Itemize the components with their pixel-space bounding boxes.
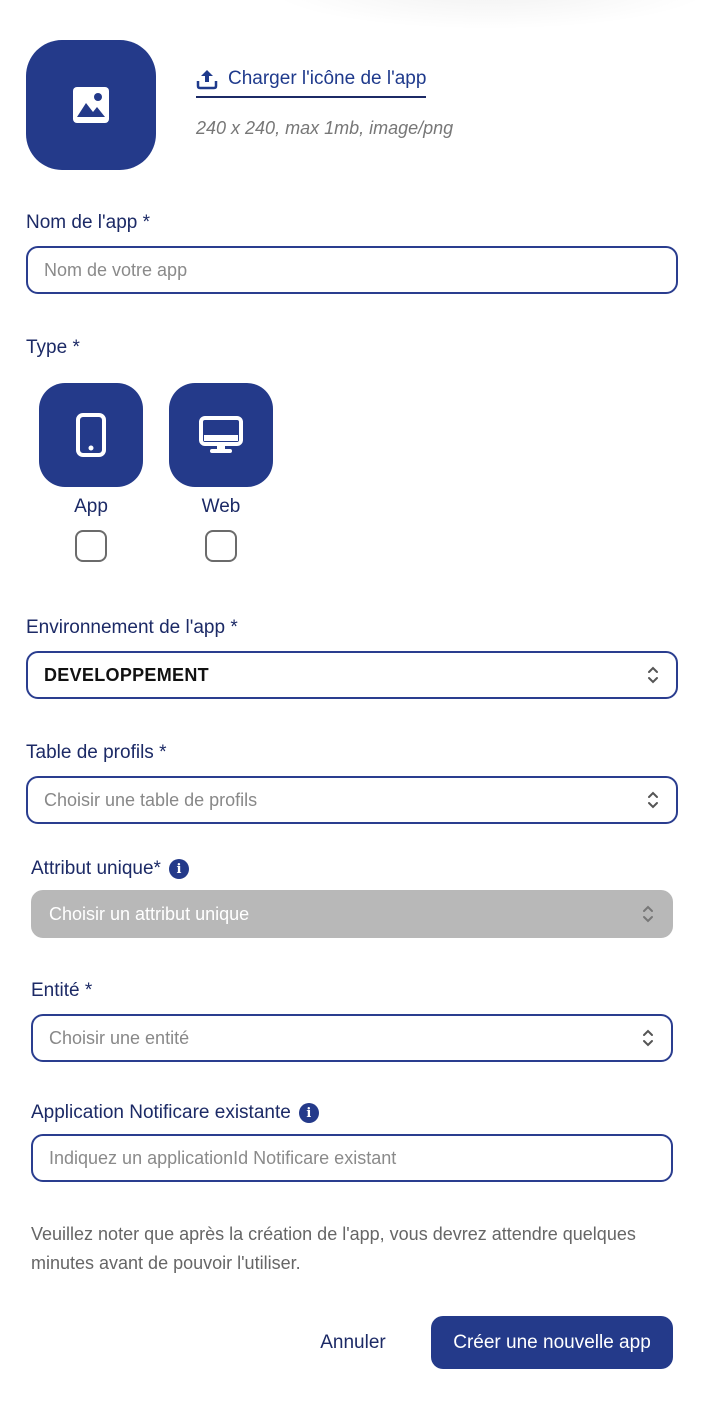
environment-select[interactable]: DEVELOPPEMENT (26, 651, 678, 699)
image-icon (73, 87, 109, 123)
info-icon[interactable]: i (168, 859, 189, 879)
type-option-app[interactable] (39, 383, 143, 487)
cancel-button[interactable]: Annuler (300, 1318, 406, 1368)
entity-select[interactable]: Choisir une entité (31, 1014, 673, 1062)
unique-attribute-select: Choisir un attribut unique (31, 890, 673, 938)
type-web-checkbox[interactable] (205, 530, 237, 562)
info-icon[interactable]: i (298, 1103, 319, 1123)
creation-note: Veuillez noter que après la création de … (31, 1224, 636, 1273)
type-option-web[interactable] (169, 383, 273, 487)
app-name-label-text: Nom de l'app * (26, 212, 151, 233)
desktop-icon (199, 416, 243, 453)
chevron-up-down-icon (648, 791, 658, 809)
create-app-button[interactable]: Créer une nouvelle app (431, 1316, 673, 1369)
unique-attribute-placeholder: Choisir un attribut unique (49, 903, 250, 924)
profile-table-placeholder: Choisir une table de profils (44, 789, 258, 810)
entity-label: Entité * (31, 980, 92, 1002)
app-icon-placeholder[interactable] (26, 40, 156, 170)
app-name-input[interactable] (44, 259, 660, 281)
mobile-icon (76, 413, 106, 457)
notificare-label: Application Notificare existante i (31, 1102, 319, 1124)
top-shadow (260, 0, 706, 30)
upload-link-label: Charger l'icône de l'app (228, 68, 427, 89)
app-name-label: Nom de l'app * (26, 212, 150, 234)
chevron-up-down-icon (648, 666, 658, 684)
type-option-app-label: App (74, 496, 108, 517)
notificare-label-text: Application Notificare existante (31, 1102, 291, 1123)
profile-table-label-text: Table de profils * (26, 742, 167, 763)
upload-icon-link[interactable]: Charger l'icône de l'app (196, 66, 427, 98)
environment-label-text: Environnement de l'app * (26, 617, 238, 638)
environment-label: Environnement de l'app * (26, 617, 238, 639)
chevron-up-down-icon (643, 905, 653, 923)
upload-icon (196, 70, 218, 90)
type-option-web-label: Web (201, 496, 241, 517)
unique-attribute-label: Attribut unique* i (31, 858, 189, 880)
entity-label-text: Entité * (31, 980, 93, 1001)
environment-value: DEVELOPPEMENT (44, 664, 209, 685)
profile-table-select[interactable]: Choisir une table de profils (26, 776, 678, 824)
create-app-form: Charger l'icône de l'app 240 x 240, max … (0, 0, 706, 1402)
app-name-field[interactable] (26, 246, 678, 294)
entity-placeholder: Choisir une entité (49, 1027, 190, 1048)
chevron-up-down-icon (643, 1029, 653, 1047)
unique-attribute-label-text: Attribut unique* (31, 858, 161, 879)
notificare-field[interactable] (31, 1134, 673, 1182)
type-label: Type * (26, 337, 80, 359)
type-label-text: Type * (26, 337, 80, 358)
upload-hint: 240 x 240, max 1mb, image/png (196, 118, 454, 138)
profile-table-label: Table de profils * (26, 742, 166, 764)
type-app-checkbox[interactable] (75, 530, 107, 562)
notificare-input[interactable] (49, 1147, 655, 1169)
